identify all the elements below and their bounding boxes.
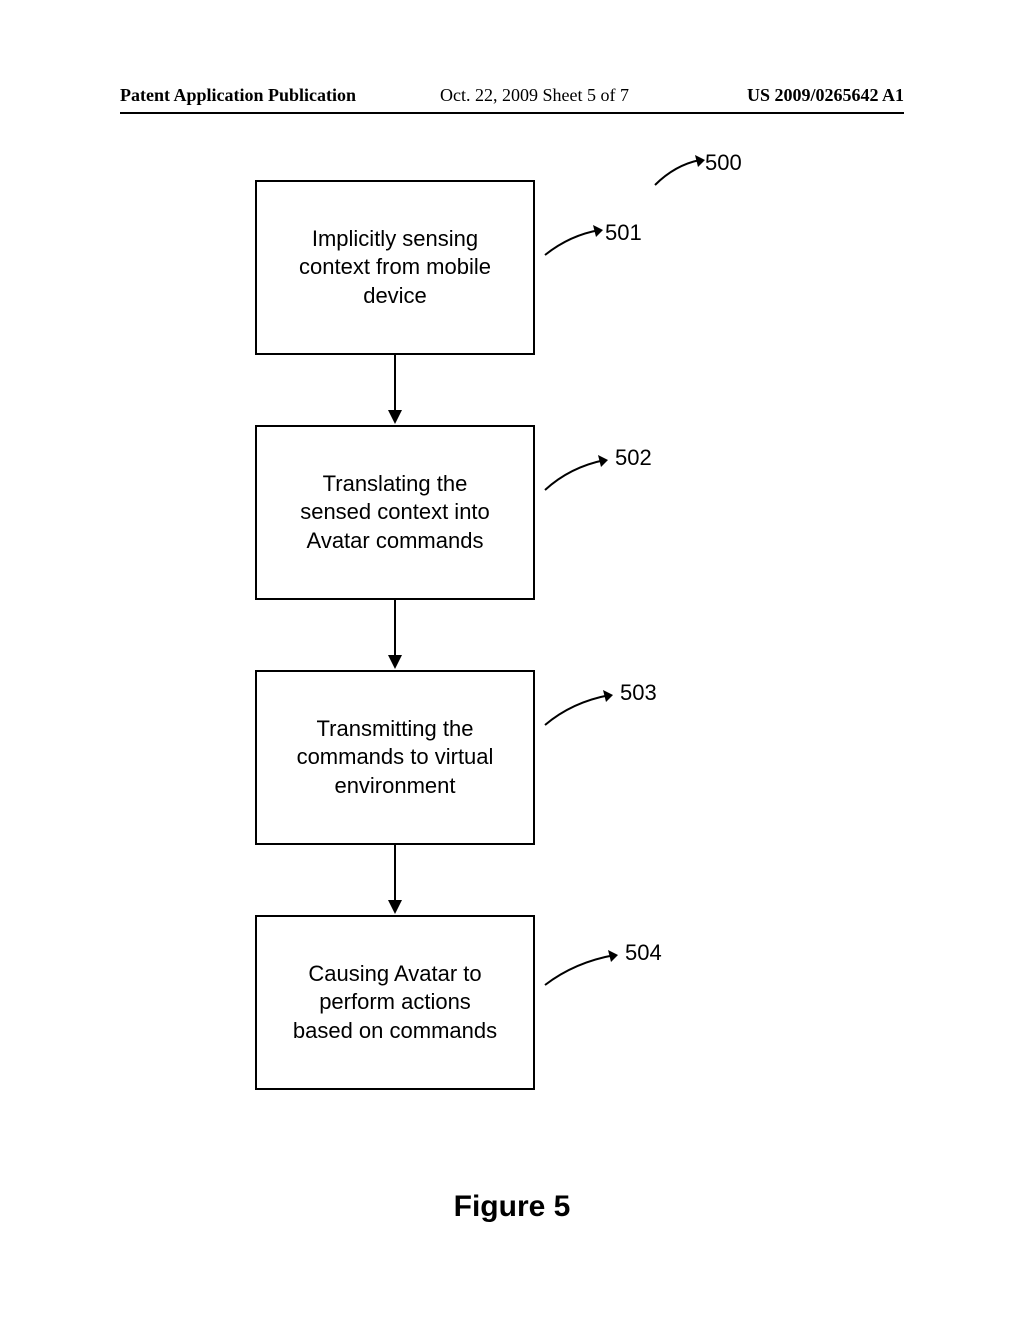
ref-label-500: 500 [705,150,742,176]
flow-arrow [394,355,396,410]
figure-caption: Figure 5 [0,1190,1024,1224]
ref-label-501: 501 [605,220,642,246]
leader-line-504 [540,950,620,990]
header-right-text: US 2009/0265642 A1 [747,85,904,106]
flow-step-503-text: Transmitting the commands to virtual env… [287,715,503,801]
ref-label-503: 503 [620,680,657,706]
flow-step-504-text: Causing Avatar to perform actions based … [287,960,503,1046]
flow-step-502: Translating the sensed context into Avat… [255,425,535,600]
header-left-text: Patent Application Publication [120,85,356,106]
flow-arrow [394,600,396,655]
flow-step-503: Transmitting the commands to virtual env… [255,670,535,845]
page-header: Patent Application Publication Oct. 22, … [120,85,904,115]
leader-line-501 [540,225,605,260]
flow-arrow [394,845,396,900]
flow-step-504: Causing Avatar to perform actions based … [255,915,535,1090]
leader-line-502 [540,455,610,495]
arrow-head-icon [388,900,402,914]
leader-line-503 [540,690,615,730]
leader-line-500 [650,155,705,190]
arrow-head-icon [388,410,402,424]
ref-label-504: 504 [625,940,662,966]
flow-step-502-text: Translating the sensed context into Avat… [287,470,503,556]
header-center-text: Oct. 22, 2009 Sheet 5 of 7 [440,85,629,106]
header-divider [120,112,904,114]
flow-step-501-text: Implicitly sensing context from mobile d… [287,225,503,311]
ref-label-502: 502 [615,445,652,471]
flow-step-501: Implicitly sensing context from mobile d… [255,180,535,355]
arrow-head-icon [388,655,402,669]
